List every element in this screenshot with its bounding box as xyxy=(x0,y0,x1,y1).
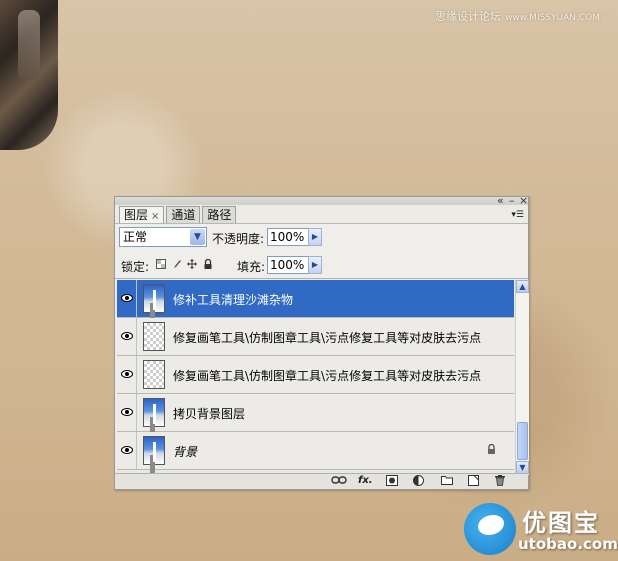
visibility-toggle[interactable] xyxy=(117,356,137,393)
layer-row[interactable]: 修补工具清理沙滩杂物 xyxy=(117,280,514,318)
layer-name[interactable]: 拷贝背景图层 xyxy=(173,405,245,422)
layer-name[interactable]: 修复画笔工具\仿制图章工具\污点修复工具等对皮肤去污点 xyxy=(173,329,481,346)
eye-icon xyxy=(121,446,133,454)
lock-image-brush-icon[interactable] xyxy=(172,259,182,269)
visibility-toggle[interactable] xyxy=(117,394,137,431)
brand-name: 优图宝 xyxy=(522,509,600,537)
tab-paths-label: 路径 xyxy=(207,208,232,222)
layer-row[interactable]: 背景 xyxy=(117,432,514,470)
panel-tabs: 图层 × 通道 路径 xyxy=(119,206,238,224)
add-mask-icon[interactable] xyxy=(386,475,398,487)
tab-paths[interactable]: 路径 xyxy=(202,206,237,223)
new-group-icon[interactable] xyxy=(441,475,453,487)
tab-close-icon[interactable]: × xyxy=(151,211,159,222)
tab-layers-label: 图层 xyxy=(124,208,149,222)
layers-panel: « – × 图层 × 通道 路径 ▾☰ 正常 ▼ 不透明度: 100% ▶ 锁定: xyxy=(114,195,529,490)
eye-icon xyxy=(121,408,133,416)
layer-thumbnail xyxy=(143,436,165,465)
watermark-site: www.MISSYUAN.COM xyxy=(505,13,600,23)
eye-icon xyxy=(121,370,133,378)
fill-label: 填充: xyxy=(237,260,266,274)
layers-list: 修补工具清理沙滩杂物 修复画笔工具\仿制图章工具\污点修复工具等对皮肤去污点 修… xyxy=(117,280,514,475)
close-button[interactable]: × xyxy=(519,195,528,206)
brand-url: utobao.com xyxy=(518,535,618,553)
visibility-toggle[interactable] xyxy=(117,280,137,317)
chevron-down-icon[interactable]: ▼ xyxy=(190,229,205,245)
eye-icon xyxy=(121,294,133,302)
minimize-button[interactable]: – xyxy=(509,195,515,206)
adjustment-layer-icon[interactable] xyxy=(413,475,424,487)
panel-menu-icon[interactable]: ▾☰ xyxy=(511,210,524,220)
fill-input[interactable]: 100% xyxy=(267,256,309,274)
visibility-toggle[interactable] xyxy=(117,318,137,355)
blend-mode-value: 正常 xyxy=(123,230,148,244)
visibility-toggle[interactable] xyxy=(117,432,137,469)
layer-name[interactable]: 修复画笔工具\仿制图章工具\污点修复工具等对皮肤去污点 xyxy=(173,367,481,384)
layer-lock-icon xyxy=(487,443,496,457)
lock-row: 锁定: 填充: 100% ▶ xyxy=(115,252,528,279)
link-layers-icon[interactable] xyxy=(331,475,347,487)
opacity-input[interactable]: 100% xyxy=(267,228,309,246)
tab-layers[interactable]: 图层 × xyxy=(119,206,165,224)
opacity-slider-button[interactable]: ▶ xyxy=(308,228,322,246)
layer-thumbnail xyxy=(143,398,165,427)
fx-icon[interactable]: fx. xyxy=(358,475,373,487)
panel-title-bar[interactable]: « – × xyxy=(115,195,528,206)
delete-layer-icon[interactable] xyxy=(495,475,505,487)
lock-position-move-icon[interactable] xyxy=(187,259,197,269)
collapse-button[interactable]: « xyxy=(497,195,504,206)
blend-row: 正常 ▼ 不透明度: 100% ▶ xyxy=(115,223,528,253)
lock-transparent-icon[interactable] xyxy=(156,259,166,269)
watermark-top: 思缘设计论坛 www.MISSYUAN.COM xyxy=(435,8,600,24)
layer-name[interactable]: 背景 xyxy=(173,443,197,460)
layer-thumbnail xyxy=(143,284,165,313)
tab-channels-label: 通道 xyxy=(171,208,196,222)
tab-channels[interactable]: 通道 xyxy=(166,206,201,223)
layer-row[interactable]: 修复画笔工具\仿制图章工具\污点修复工具等对皮肤去污点 xyxy=(117,318,514,356)
layer-thumbnail xyxy=(143,360,165,389)
blend-mode-select[interactable]: 正常 ▼ xyxy=(119,227,207,247)
scroll-thumb[interactable] xyxy=(517,422,528,460)
rock-background xyxy=(0,0,58,150)
fill-slider-button[interactable]: ▶ xyxy=(308,256,322,274)
layer-name[interactable]: 修补工具清理沙滩杂物 xyxy=(173,291,293,308)
eye-icon xyxy=(121,332,133,340)
layer-row[interactable]: 拷贝背景图层 xyxy=(117,394,514,432)
layers-bottom-toolbar: fx. xyxy=(115,473,528,489)
layer-row[interactable]: 修复画笔工具\仿制图章工具\污点修复工具等对皮肤去污点 xyxy=(117,356,514,394)
lock-all-icon[interactable] xyxy=(203,258,213,269)
brand-watermark: 优图宝 utobao.com xyxy=(462,497,618,561)
watermark-cn: 思缘设计论坛 xyxy=(435,10,502,23)
bird-logo-icon xyxy=(464,503,516,555)
layers-scrollbar[interactable]: ▲ ▼ xyxy=(515,280,529,475)
layer-thumbnail xyxy=(143,322,165,351)
lock-label: 锁定: xyxy=(121,260,150,274)
new-layer-icon[interactable] xyxy=(468,475,479,487)
scroll-up-button[interactable]: ▲ xyxy=(516,280,529,293)
opacity-label: 不透明度: xyxy=(212,232,265,246)
